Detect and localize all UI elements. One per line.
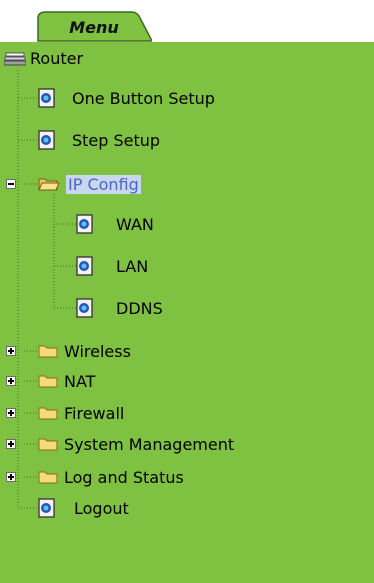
tree-item-label: Firewall xyxy=(64,403,125,423)
tree-item-wan[interactable]: WAN xyxy=(76,210,154,238)
tree-item-log-and-status[interactable]: Log and Status xyxy=(38,463,184,491)
collapse-toggle-ip-config[interactable] xyxy=(6,179,16,189)
folder-closed-icon xyxy=(38,373,58,389)
tree-item-label: One Button Setup xyxy=(72,88,215,108)
page-icon xyxy=(38,88,56,108)
page-icon xyxy=(76,298,94,318)
tree-item-label: Wireless xyxy=(64,341,131,361)
tree-item-firewall[interactable]: Firewall xyxy=(38,399,124,427)
menu-tab-strip: Menu xyxy=(0,0,374,42)
tree-item-nat[interactable]: NAT xyxy=(38,367,95,395)
tree-item-ddns[interactable]: DDNS xyxy=(76,294,163,322)
tree-item-logout[interactable]: Logout xyxy=(38,494,129,522)
tree-item-lan[interactable]: LAN xyxy=(76,252,148,280)
tree-item-label: LAN xyxy=(116,256,149,276)
expand-toggle-firewall[interactable] xyxy=(6,408,16,418)
tree-item-one-button-setup[interactable]: One Button Setup xyxy=(38,84,215,112)
expand-toggle-system-management[interactable] xyxy=(6,439,16,449)
folder-closed-icon xyxy=(38,405,58,421)
tree-item-label: System Management xyxy=(64,434,235,454)
expand-toggle-wireless[interactable] xyxy=(6,346,16,356)
router-icon xyxy=(3,50,27,66)
page-icon xyxy=(76,256,94,276)
tree-item-label: WAN xyxy=(116,214,154,234)
page-icon xyxy=(76,214,94,234)
tree-item-label: Log and Status xyxy=(64,467,184,487)
tree-item-label: Step Setup xyxy=(72,130,161,150)
expand-toggle-nat[interactable] xyxy=(6,376,16,386)
menu-tree-panel: Router One Button Setup Step Setup IP Co… xyxy=(0,42,374,583)
tree-item-router[interactable]: Router xyxy=(3,44,84,72)
tree-item-wireless[interactable]: Wireless xyxy=(38,337,131,365)
expand-toggle-log-and-status[interactable] xyxy=(6,472,16,482)
tree-item-label: DDNS xyxy=(116,298,163,318)
tree-item-system-management[interactable]: System Management xyxy=(38,430,234,458)
tree-item-label: Logout xyxy=(74,498,129,518)
menu-tab[interactable]: Menu xyxy=(36,10,152,42)
tree-item-label: IP Config xyxy=(66,174,141,194)
folder-closed-icon xyxy=(38,343,58,359)
tree-item-label: Router xyxy=(30,48,84,68)
page-icon xyxy=(38,498,56,518)
tree-item-step-setup[interactable]: Step Setup xyxy=(38,126,160,154)
menu-tab-label: Menu xyxy=(69,18,119,37)
folder-closed-icon xyxy=(38,436,58,452)
tree-item-ip-config[interactable]: IP Config xyxy=(38,170,141,198)
folder-open-icon xyxy=(38,176,60,192)
tree-item-label: NAT xyxy=(64,371,96,391)
folder-closed-icon xyxy=(38,469,58,485)
page-icon xyxy=(38,130,56,150)
